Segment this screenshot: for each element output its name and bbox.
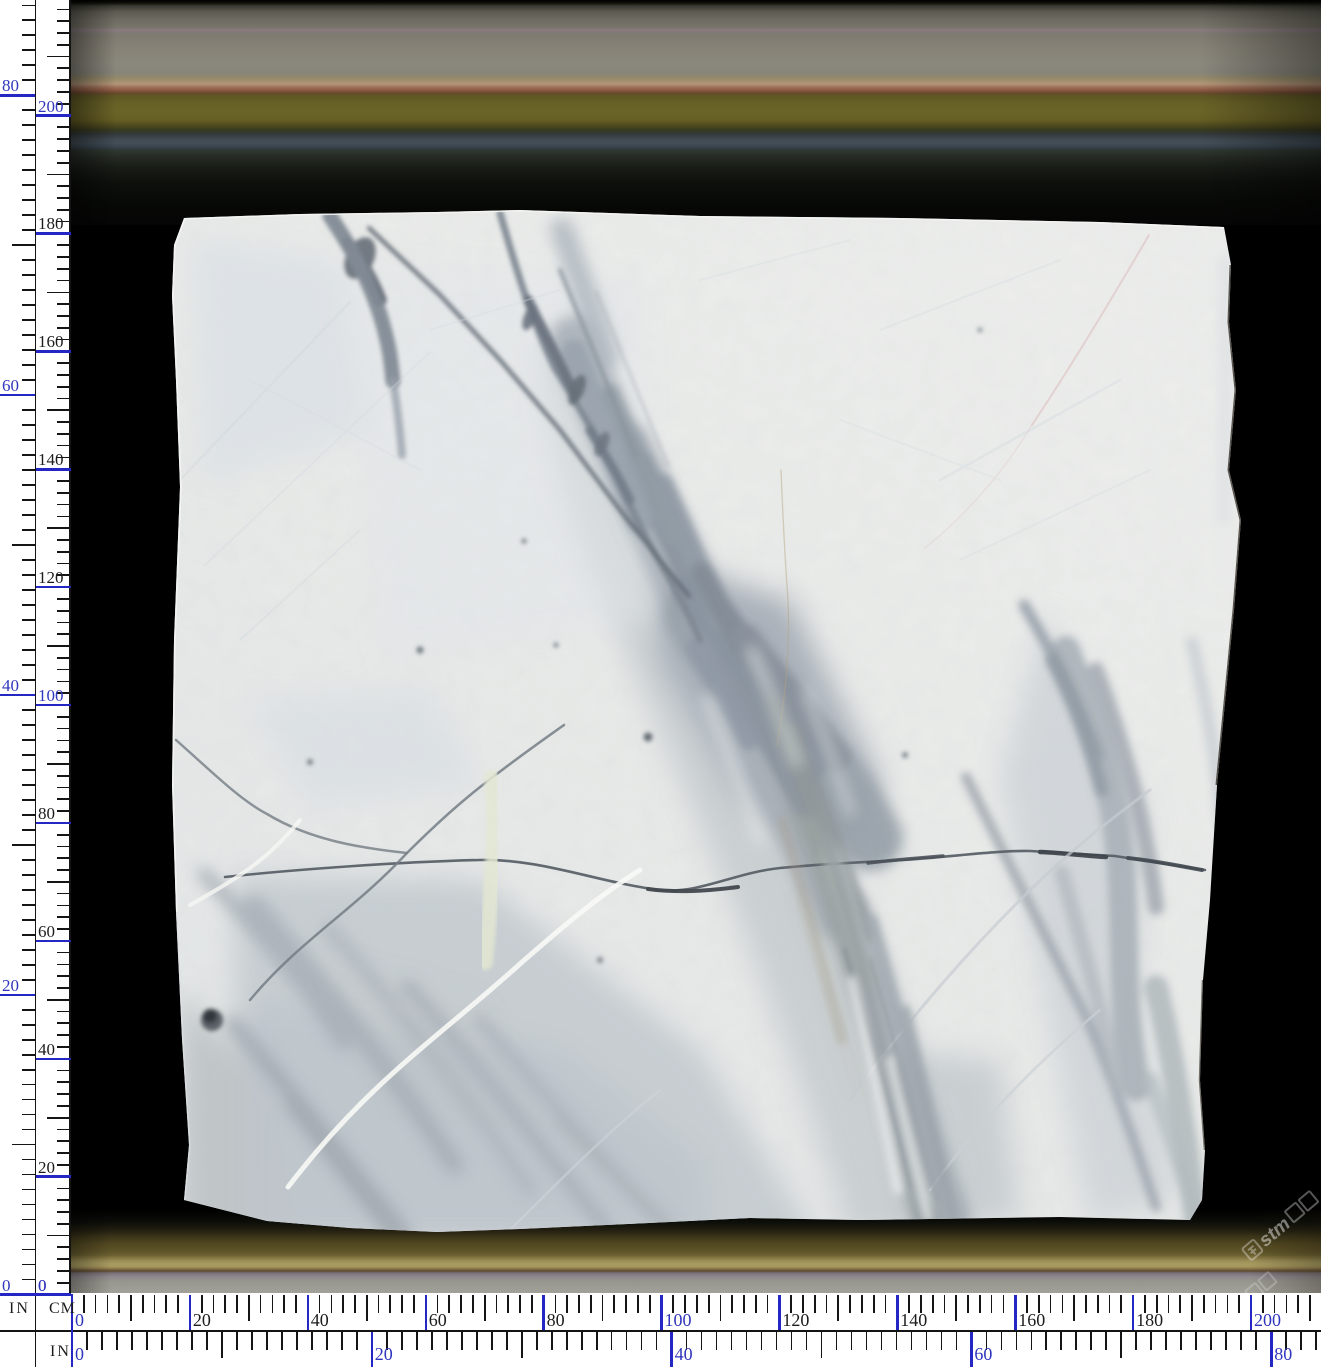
svg-text:stm: stm	[1255, 1213, 1294, 1251]
svg-text:stm: stm	[1216, 1292, 1253, 1328]
